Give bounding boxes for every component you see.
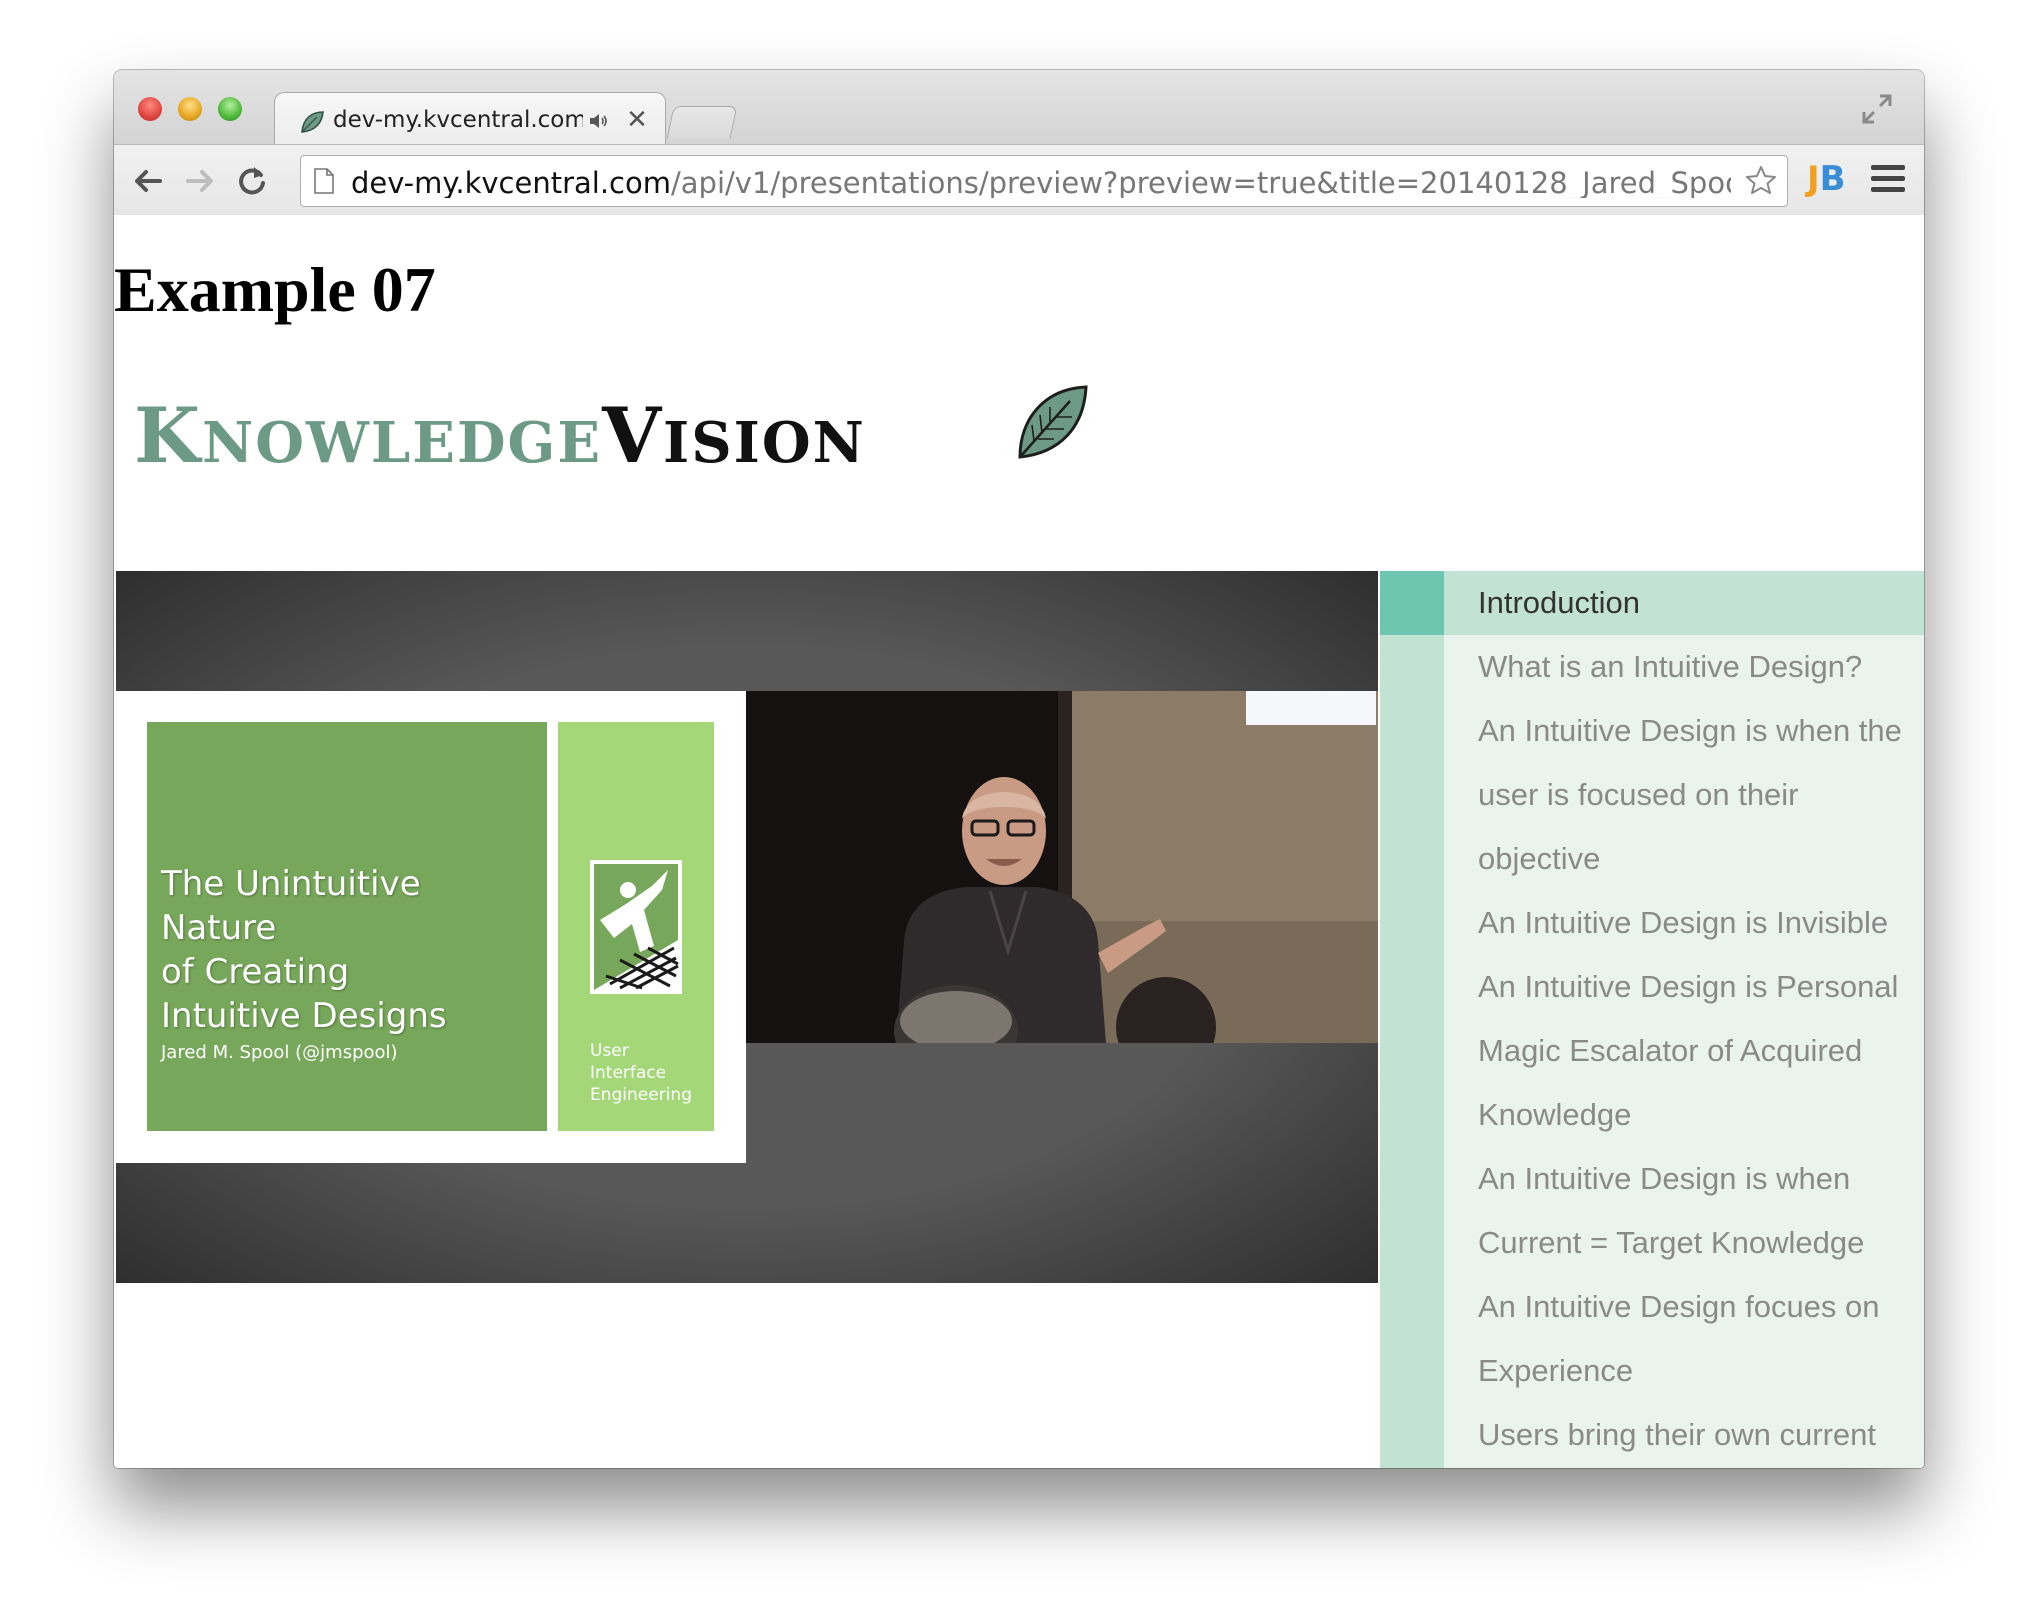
address-bar[interactable]: dev-my.kvcentral.com/api/v1/presentation…	[300, 155, 1788, 207]
tab-strip: dev-my.kvcentral.com/ ✕	[114, 70, 1924, 147]
browser-tab[interactable]: dev-my.kvcentral.com/ ✕	[274, 92, 666, 147]
chapter-item[interactable]: Magic Escalator of Acquired Knowledge	[1380, 1019, 1924, 1147]
chapter-item[interactable]: What is an Intuitive Design?	[1380, 635, 1924, 699]
slide-side-block: User Interface Engineering	[558, 722, 714, 1131]
new-tab-button[interactable]	[666, 106, 738, 139]
knowledgevision-logo: KNOWLEDGEVISION	[134, 383, 1094, 503]
slide-panel[interactable]: The Unintuitive Nature of Creating Intui…	[116, 691, 746, 1163]
url-text[interactable]: dev-my.kvcentral.com/api/v1/presentation…	[351, 166, 1731, 198]
speaker-icon[interactable]	[587, 109, 611, 133]
chapter-item[interactable]: Introduction	[1380, 571, 1924, 635]
reload-icon[interactable]	[234, 163, 270, 199]
browser-toolbar: dev-my.kvcentral.com/api/v1/presentation…	[114, 144, 1924, 216]
slide-side-text: User Interface Engineering	[590, 1041, 692, 1105]
uie-logo-icon	[590, 860, 682, 994]
jb-extension-button[interactable]: JB	[1807, 159, 1851, 199]
chapter-item[interactable]: An Intuitive Design is when the user is …	[1380, 699, 1924, 891]
slide-author: Jared M. Spool (@jmspool)	[161, 1042, 398, 1063]
page-icon	[314, 168, 334, 194]
hamburger-menu-icon[interactable]	[1871, 165, 1905, 195]
speaker-video-frame-icon	[746, 691, 1378, 1043]
chapter-item[interactable]: An Intuitive Design is Personal	[1380, 955, 1924, 1019]
url-host: dev-my.kvcentral.com	[351, 166, 671, 198]
chapter-item[interactable]: An Intuitive Design focues on Experience	[1380, 1275, 1924, 1403]
chapter-item[interactable]: An Intuitive Design is when Current = Ta…	[1380, 1147, 1924, 1275]
chapter-sidebar: Introduction What is an Intuitive Design?…	[1380, 571, 1924, 1468]
minimize-window-button[interactable]	[178, 97, 202, 121]
chapter-list: Introduction What is an Intuitive Design?…	[1380, 571, 1924, 1468]
slide-title: The Unintuitive Nature of Creating Intui…	[161, 864, 447, 1036]
presentation-player[interactable]: The Unintuitive Nature of Creating Intui…	[116, 571, 1378, 1283]
chapter-item[interactable]: Users bring their own current knowledge	[1380, 1403, 1924, 1468]
speaker-video[interactable]	[746, 691, 1378, 1043]
tab-close-button[interactable]: ✕	[625, 104, 649, 134]
bookmark-star-icon[interactable]	[1745, 164, 1777, 196]
browser-window: dev-my.kvcentral.com/ ✕ dev-my.kvcentral…	[114, 70, 1924, 1468]
page-title: Example 07	[114, 254, 436, 325]
leaf-favicon-icon	[301, 111, 324, 133]
back-arrow-icon[interactable]	[130, 163, 166, 199]
slide-title-block: The Unintuitive Nature of Creating Intui…	[147, 722, 547, 1131]
leaf-logo-icon	[1018, 385, 1088, 459]
chapter-item[interactable]: An Intuitive Design is Invisible	[1380, 891, 1924, 955]
close-window-button[interactable]	[138, 97, 162, 121]
url-path: /api/v1/presentations/preview?preview=tr…	[671, 166, 1731, 198]
logo-wordmark: KNOWLEDGEVISION	[134, 391, 866, 480]
page-content: Example 07 KNOWLEDGEVISION The Unintuiti…	[114, 215, 1924, 1468]
tab-title: dev-my.kvcentral.com/	[333, 107, 583, 133]
forward-arrow-icon[interactable]	[182, 163, 218, 199]
zoom-window-button[interactable]	[218, 97, 242, 121]
fullscreen-icon[interactable]	[1860, 92, 1894, 126]
